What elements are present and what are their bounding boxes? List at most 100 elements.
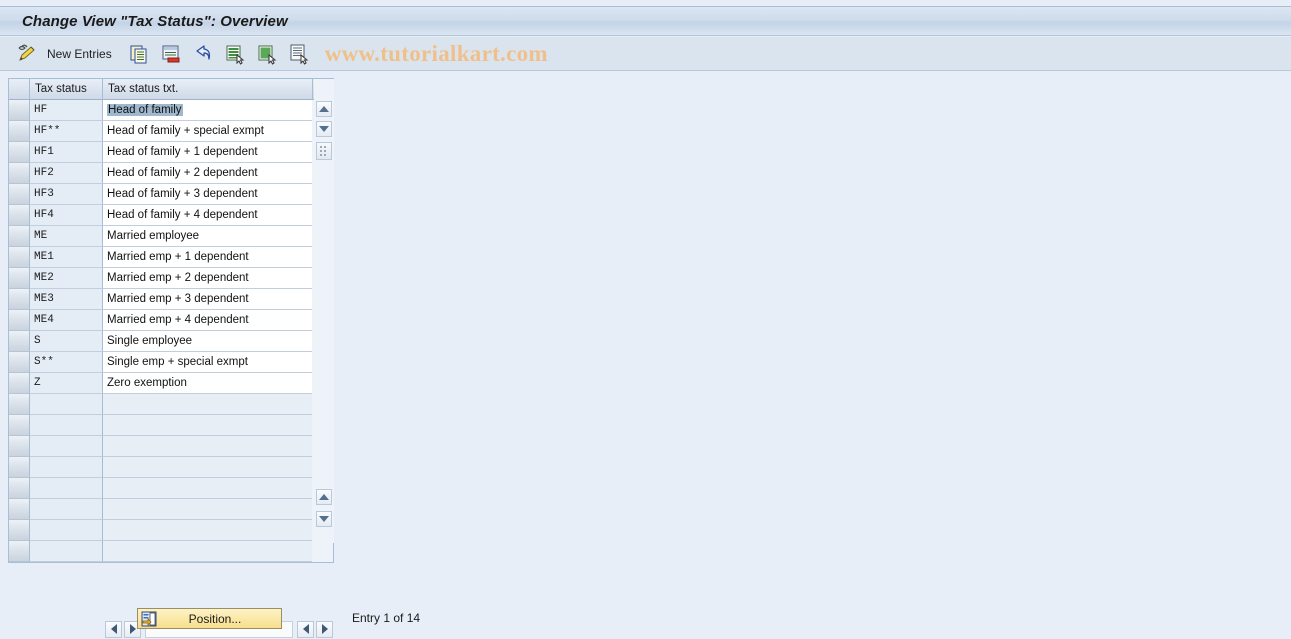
column-header-tax-status[interactable]: Tax status — [30, 79, 103, 99]
cell-tax-status-txt[interactable]: Head of family + 2 dependent — [103, 163, 312, 184]
cell-tax-status-txt[interactable] — [103, 394, 312, 415]
cell-tax-status[interactable]: HF1 — [30, 142, 103, 163]
deselect-all-icon[interactable] — [256, 43, 278, 65]
table-row-empty[interactable] — [9, 415, 314, 436]
cell-tax-status[interactable]: HF — [30, 100, 103, 121]
row-select-button[interactable] — [9, 142, 30, 163]
table-row[interactable]: HF1 Head of family + 1 dependent — [9, 142, 314, 163]
cell-tax-status[interactable]: ME1 — [30, 247, 103, 268]
table-row-empty[interactable] — [9, 457, 314, 478]
row-select-button[interactable] — [9, 226, 30, 247]
table-row[interactable]: Z Zero exemption — [9, 373, 314, 394]
cell-tax-status[interactable]: S** — [30, 352, 103, 373]
table-row[interactable]: HF Head of family — [9, 100, 314, 121]
cell-tax-status[interactable] — [30, 541, 103, 562]
cell-tax-status-txt[interactable]: Single emp + special exmpt — [103, 352, 312, 373]
pencil-display-change-icon[interactable] — [16, 43, 38, 65]
row-select-button[interactable] — [9, 478, 30, 499]
cell-tax-status[interactable]: ME — [30, 226, 103, 247]
table-row-empty[interactable] — [9, 541, 314, 562]
table-row[interactable]: HF2 Head of family + 2 dependent — [9, 163, 314, 184]
new-entries-button[interactable]: New Entries — [47, 47, 112, 61]
row-select-button[interactable] — [9, 436, 30, 457]
cell-tax-status[interactable]: HF** — [30, 121, 103, 142]
row-select-button[interactable] — [9, 121, 30, 142]
delete-icon[interactable] — [160, 43, 182, 65]
cell-tax-status-txt[interactable]: Head of family + 4 dependent — [103, 205, 312, 226]
cell-tax-status-txt[interactable] — [103, 499, 312, 520]
table-row-empty[interactable] — [9, 478, 314, 499]
cell-tax-status-txt[interactable] — [103, 520, 312, 541]
row-select-button[interactable] — [9, 247, 30, 268]
scroll-up-button[interactable] — [316, 101, 332, 117]
table-row-empty[interactable] — [9, 394, 314, 415]
cell-tax-status-txt[interactable]: Head of family + 1 dependent — [103, 142, 312, 163]
scroll-page-down-button[interactable] — [316, 511, 332, 527]
cell-tax-status[interactable]: HF4 — [30, 205, 103, 226]
table-row[interactable]: S Single employee — [9, 331, 314, 352]
row-select-button[interactable] — [9, 520, 30, 541]
row-select-button[interactable] — [9, 289, 30, 310]
row-select-button[interactable] — [9, 352, 30, 373]
row-select-button[interactable] — [9, 310, 30, 331]
table-row[interactable]: ME4 Married emp + 4 dependent — [9, 310, 314, 331]
cell-tax-status-txt[interactable]: Married emp + 2 dependent — [103, 268, 312, 289]
cell-tax-status[interactable]: S — [30, 331, 103, 352]
cell-tax-status[interactable] — [30, 457, 103, 478]
table-row[interactable]: HF4 Head of family + 4 dependent — [9, 205, 314, 226]
cell-tax-status[interactable] — [30, 520, 103, 541]
row-select-button[interactable] — [9, 184, 30, 205]
cell-tax-status[interactable]: ME4 — [30, 310, 103, 331]
cell-tax-status-txt[interactable] — [103, 415, 312, 436]
row-select-button[interactable] — [9, 394, 30, 415]
row-select-button[interactable] — [9, 205, 30, 226]
row-select-button[interactable] — [9, 100, 30, 121]
cell-tax-status[interactable] — [30, 415, 103, 436]
row-select-button[interactable] — [9, 415, 30, 436]
cell-tax-status[interactable]: HF3 — [30, 184, 103, 205]
cell-tax-status-txt[interactable] — [103, 457, 312, 478]
cell-tax-status[interactable]: Z — [30, 373, 103, 394]
select-all-column-header[interactable] — [9, 79, 30, 99]
scroll-down-button[interactable] — [316, 121, 332, 137]
vertical-scrollbar[interactable] — [314, 79, 334, 543]
row-select-button[interactable] — [9, 499, 30, 520]
row-select-button[interactable] — [9, 268, 30, 289]
table-row-empty[interactable] — [9, 520, 314, 541]
scroll-page-up-button[interactable] — [316, 489, 332, 505]
table-row-empty[interactable] — [9, 436, 314, 457]
undo-icon[interactable] — [192, 43, 214, 65]
table-row[interactable]: HF3 Head of family + 3 dependent — [9, 184, 314, 205]
table-row[interactable]: ME3 Married emp + 3 dependent — [9, 289, 314, 310]
cell-tax-status[interactable]: ME3 — [30, 289, 103, 310]
row-select-button[interactable] — [9, 373, 30, 394]
cell-tax-status-txt[interactable]: Married employee — [103, 226, 312, 247]
position-button[interactable]: Position... — [137, 608, 282, 629]
select-all-icon[interactable] — [224, 43, 246, 65]
cell-tax-status-txt[interactable]: Married emp + 1 dependent — [103, 247, 312, 268]
table-row[interactable]: ME1 Married emp + 1 dependent — [9, 247, 314, 268]
table-row[interactable]: HF** Head of family + special exmpt — [9, 121, 314, 142]
table-row-empty[interactable] — [9, 499, 314, 520]
table-row[interactable]: ME2 Married emp + 2 dependent — [9, 268, 314, 289]
details-icon[interactable] — [288, 43, 310, 65]
cell-tax-status-txt[interactable]: Single employee — [103, 331, 312, 352]
table-row[interactable]: S** Single emp + special exmpt — [9, 352, 314, 373]
cell-tax-status[interactable]: ME2 — [30, 268, 103, 289]
cell-tax-status-txt[interactable]: Head of family + 3 dependent — [103, 184, 312, 205]
row-select-button[interactable] — [9, 457, 30, 478]
cell-tax-status-txt[interactable]: Married emp + 3 dependent — [103, 289, 312, 310]
cell-tax-status[interactable] — [30, 436, 103, 457]
copy-as-icon[interactable] — [128, 43, 150, 65]
cell-tax-status-txt[interactable]: Head of family — [103, 100, 312, 121]
column-header-tax-status-txt[interactable]: Tax status txt. — [103, 79, 312, 99]
cell-tax-status-txt[interactable] — [103, 541, 312, 562]
row-select-button[interactable] — [9, 331, 30, 352]
scrollbar-resize-grip[interactable] — [316, 142, 332, 160]
cell-tax-status-txt[interactable]: Zero exemption — [103, 373, 312, 394]
row-select-button[interactable] — [9, 163, 30, 184]
cell-tax-status[interactable]: HF2 — [30, 163, 103, 184]
table-row[interactable]: ME Married employee — [9, 226, 314, 247]
cell-tax-status-txt[interactable]: Married emp + 4 dependent — [103, 310, 312, 331]
cell-tax-status[interactable] — [30, 478, 103, 499]
